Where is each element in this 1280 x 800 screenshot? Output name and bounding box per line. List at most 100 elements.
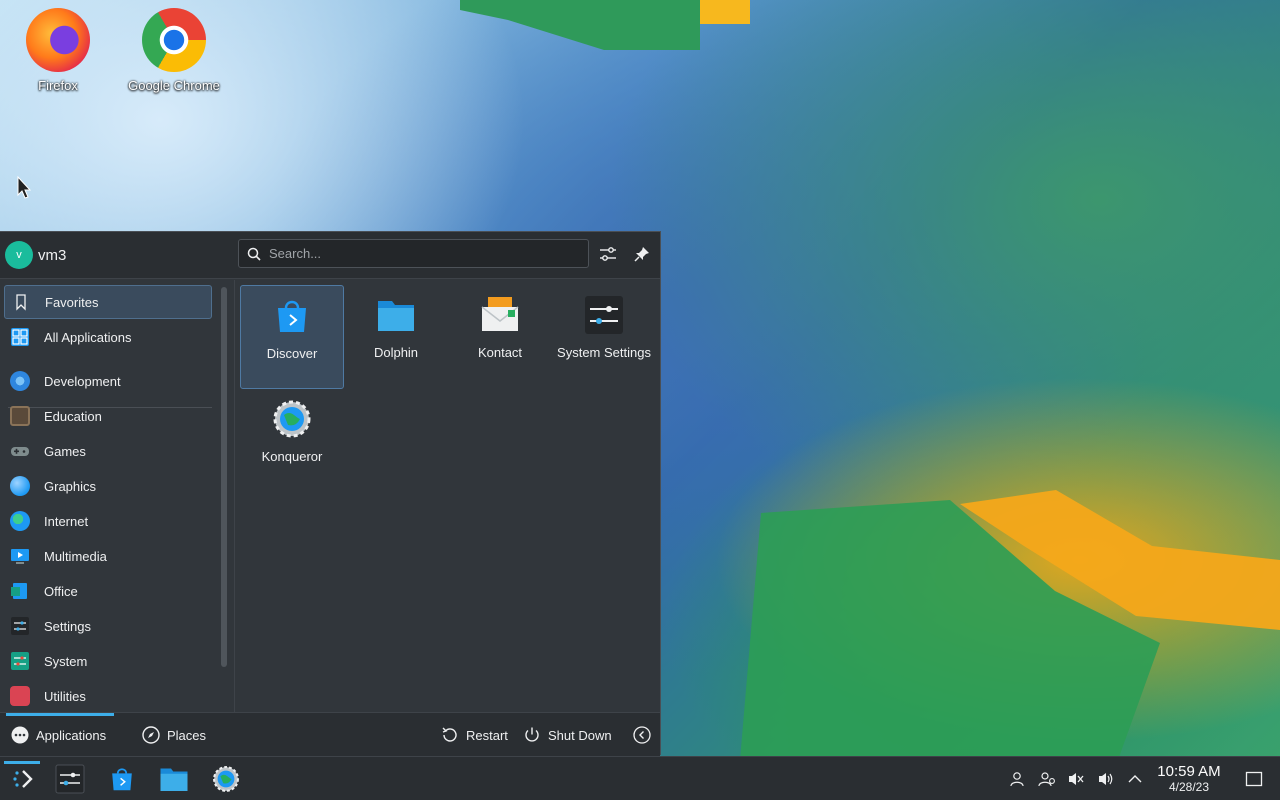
configure-button[interactable] (597, 243, 619, 265)
taskbar: 10:59 AM 4/28/23 (0, 756, 1280, 800)
discover-icon (112, 768, 132, 791)
app-label: Dolphin (373, 345, 419, 360)
restart-button[interactable]: Restart (441, 725, 508, 745)
sidebar-item-games[interactable]: Games (4, 434, 212, 468)
taskbar-dolphin[interactable] (152, 761, 196, 797)
sidebar-item-internet[interactable]: Internet (4, 504, 212, 538)
app-label: Kontact (477, 345, 523, 360)
chevron-up-icon (1128, 775, 1142, 783)
kontact-icon (481, 297, 519, 331)
sidebar-item-utilities[interactable]: Utilities (4, 679, 212, 713)
gamepad-icon (11, 447, 29, 456)
konqueror-icon (273, 400, 311, 438)
search-input[interactable] (269, 246, 569, 261)
sidebar-item-label: Education (44, 408, 102, 424)
app-discover[interactable]: Discover (240, 285, 344, 389)
show-desktop-button[interactable] (1244, 769, 1264, 789)
development-icon (10, 371, 30, 391)
app-label: System Settings (557, 345, 651, 360)
sidebar-item-development[interactable]: Development (4, 364, 212, 398)
pin-button[interactable] (631, 243, 653, 265)
system-settings-icon (585, 296, 623, 334)
speaker-muted-icon (1069, 773, 1084, 785)
audio-muted-button[interactable] (1066, 769, 1086, 789)
chrome-icon (142, 8, 206, 72)
sidebar-item-system[interactable]: System (4, 644, 212, 678)
desktop-icon-label: Google Chrome (128, 78, 220, 93)
multimedia-icon (11, 549, 29, 564)
active-tab-indicator (6, 713, 114, 716)
sidebar-item-education[interactable]: Education (4, 399, 212, 433)
user-icon (1010, 772, 1024, 787)
pin-icon (634, 247, 649, 262)
konqueror-icon (213, 766, 239, 792)
sidebar-item-label: Internet (44, 513, 89, 529)
sidebar-item-settings[interactable]: Settings (4, 609, 212, 643)
taskbar-system-settings[interactable] (48, 761, 92, 797)
taskbar-discover[interactable] (100, 761, 144, 797)
wallpaper-shape (960, 490, 1280, 630)
sidebar-item-favorites[interactable]: Favorites (4, 285, 212, 319)
active-indicator (4, 761, 40, 764)
sidebar-item-office[interactable]: Office (4, 574, 212, 608)
app-dolphin[interactable]: Dolphin (344, 285, 448, 389)
office-icon (11, 583, 27, 599)
sidebar-item-label: System (44, 653, 88, 669)
taskbar-konqueror[interactable] (204, 761, 248, 797)
sidebar-item-label: Development (44, 373, 121, 389)
app-kontact[interactable]: Kontact (448, 285, 552, 389)
sidebar-item-label: Office (44, 583, 78, 599)
panel-divider (234, 280, 235, 712)
app-label: Konqueror (261, 449, 323, 464)
utilities-icon (10, 686, 30, 706)
sidebar-item-graphics[interactable]: Graphics (4, 469, 212, 503)
digital-clock[interactable]: 10:59 AM 4/28/23 (1148, 763, 1230, 794)
restart-icon (441, 726, 459, 744)
clock-date: 4/28/23 (1168, 780, 1210, 794)
folder-icon (160, 768, 188, 791)
shutdown-button[interactable]: Shut Down (523, 725, 612, 745)
sidebar-item-all-applications[interactable]: All Applications (4, 320, 212, 354)
tab-applications[interactable]: Applications (11, 725, 106, 745)
sidebar-item-label: Graphics (44, 478, 97, 494)
tab-label: Applications (36, 727, 107, 743)
sidebar-item-multimedia[interactable]: Multimedia (4, 539, 212, 573)
category-sidebar: Favorites All Applications Development E… (0, 280, 217, 712)
wallpaper-shape (460, 0, 700, 50)
app-konqueror[interactable]: Konqueror (240, 389, 344, 493)
kde-launcher-icon (13, 770, 33, 788)
more-power-options-button[interactable] (633, 725, 658, 745)
chevron-left-icon (633, 726, 651, 744)
avatar[interactable]: v (5, 241, 33, 269)
search-field[interactable] (238, 239, 589, 268)
desktop-icon-chrome[interactable]: Google Chrome (119, 2, 229, 93)
username: vm3 (38, 246, 67, 264)
user-switcher-button[interactable] (1007, 769, 1027, 789)
desktop-icon-firefox[interactable]: Firefox (3, 2, 113, 93)
show-hidden-icons-button[interactable] (1125, 769, 1145, 789)
tab-places[interactable]: Places (142, 725, 206, 745)
globe-icon (10, 511, 30, 531)
application-launcher-button[interactable] (0, 761, 44, 797)
sidebar-item-label: All Applications (44, 329, 132, 345)
compass-icon (142, 726, 160, 744)
volume-button[interactable] (1096, 769, 1116, 789)
bookmark-icon (16, 294, 26, 311)
launcher-header: v vm3 (0, 232, 660, 279)
app-label: Discover (266, 346, 318, 361)
power-icon (523, 726, 541, 744)
application-launcher: v vm3 Search... Favorites All Applicatio… (0, 231, 661, 756)
wallpaper-shape (740, 500, 1160, 760)
mouse-cursor-icon (17, 176, 32, 199)
clock-time: 10:59 AM (1157, 763, 1221, 780)
sidebar-scrollbar[interactable] (221, 287, 227, 667)
shutdown-label: Shut Down (548, 727, 612, 743)
app-system-settings[interactable]: System Settings (552, 285, 656, 389)
launcher-footer: Applications Places Restart Shut Down (0, 712, 660, 756)
sidebar-item-label: Favorites (45, 294, 99, 310)
folder-icon (378, 301, 414, 331)
search-icon (247, 247, 261, 261)
network-users-button[interactable] (1037, 769, 1057, 789)
grid-icon (11, 328, 29, 346)
sidebar-item-label: Games (44, 443, 86, 459)
